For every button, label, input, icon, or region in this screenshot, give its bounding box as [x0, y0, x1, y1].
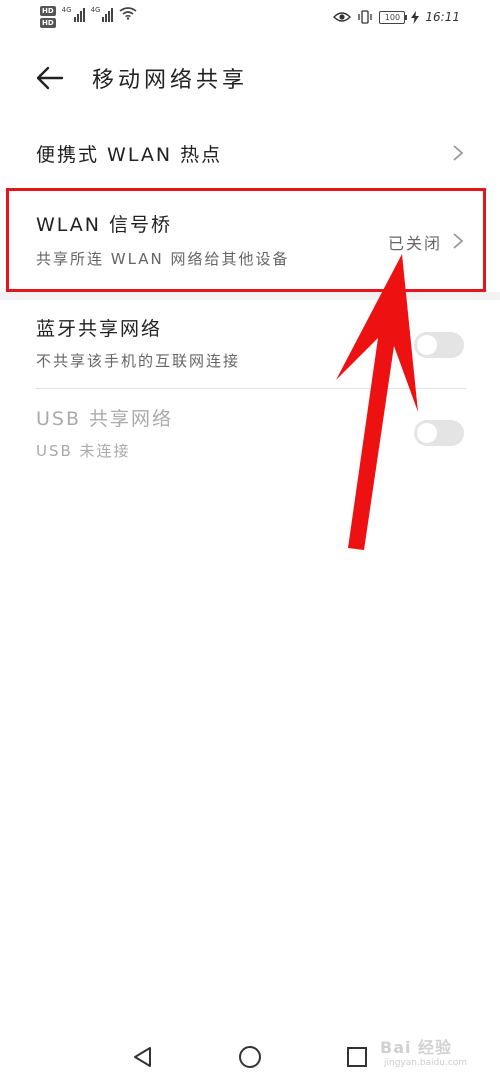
nav-recent-icon[interactable]	[344, 1044, 370, 1070]
battery-icon: 100	[379, 10, 408, 24]
arrow-left-icon	[36, 66, 64, 90]
chevron-right-icon	[453, 233, 464, 249]
app-header: 移动网络共享	[0, 50, 500, 106]
chevron-right-icon	[453, 145, 464, 161]
hd-badge-2: HD	[40, 18, 56, 28]
signal-label-2: 4G	[90, 6, 101, 14]
signal-label-1: 4G	[61, 6, 72, 14]
bolt-icon	[411, 10, 420, 24]
bluetooth-tethering-toggle[interactable]	[414, 332, 464, 358]
eye-icon	[333, 12, 352, 22]
page-title: 移动网络共享	[92, 68, 249, 93]
section-separator	[0, 292, 500, 300]
hd-badge-1: HD	[40, 6, 56, 16]
status-left: HD HD 4G 4G	[40, 6, 137, 28]
clock: 16:11	[425, 10, 460, 24]
status-bar: HD HD 4G 4G 100 16:11	[0, 0, 500, 36]
watermark-url: jingyan.baidu.com	[384, 1058, 468, 1068]
usb-tethering-toggle[interactable]	[414, 420, 464, 446]
status-right: 100 16:11	[333, 10, 460, 24]
wlan-bridge-subtitle: 共享所连 WLAN 网络给其他设备	[36, 250, 290, 268]
wlan-bridge-title: WLAN 信号桥	[36, 214, 173, 236]
usb-tethering-title: USB 共享网络	[36, 408, 174, 430]
wlan-bridge-status: 已关闭	[387, 234, 442, 253]
hotspot-title: 便携式 WLAN 热点	[36, 144, 223, 166]
vibrate-icon	[358, 10, 373, 24]
hotspot-item[interactable]: 便携式 WLAN 热点	[0, 122, 500, 184]
usb-tethering-item: USB 共享网络 USB 未连接	[0, 390, 500, 474]
wifi-icon	[119, 7, 137, 20]
back-button[interactable]	[34, 62, 66, 94]
usb-tethering-subtitle: USB 未连接	[36, 442, 131, 460]
bluetooth-tethering-title: 蓝牙共享网络	[36, 318, 163, 340]
wlan-bridge-item[interactable]: WLAN 信号桥 共享所连 WLAN 网络给其他设备 已关闭	[0, 192, 500, 292]
nav-home-icon[interactable]	[237, 1044, 263, 1070]
bluetooth-tethering-subtitle: 不共享该手机的互联网连接	[36, 352, 241, 370]
signal-icon-2: 4G	[91, 6, 114, 22]
watermark-text: Bai 经验	[380, 1038, 453, 1057]
divider	[36, 388, 466, 389]
watermark: Bai 经验	[380, 1034, 452, 1058]
hd-badges: HD HD	[40, 6, 56, 28]
nav-back-icon[interactable]	[130, 1044, 156, 1070]
bluetooth-tethering-item: 蓝牙共享网络 不共享该手机的互联网连接	[0, 302, 500, 386]
signal-icon-1: 4G	[62, 6, 85, 22]
